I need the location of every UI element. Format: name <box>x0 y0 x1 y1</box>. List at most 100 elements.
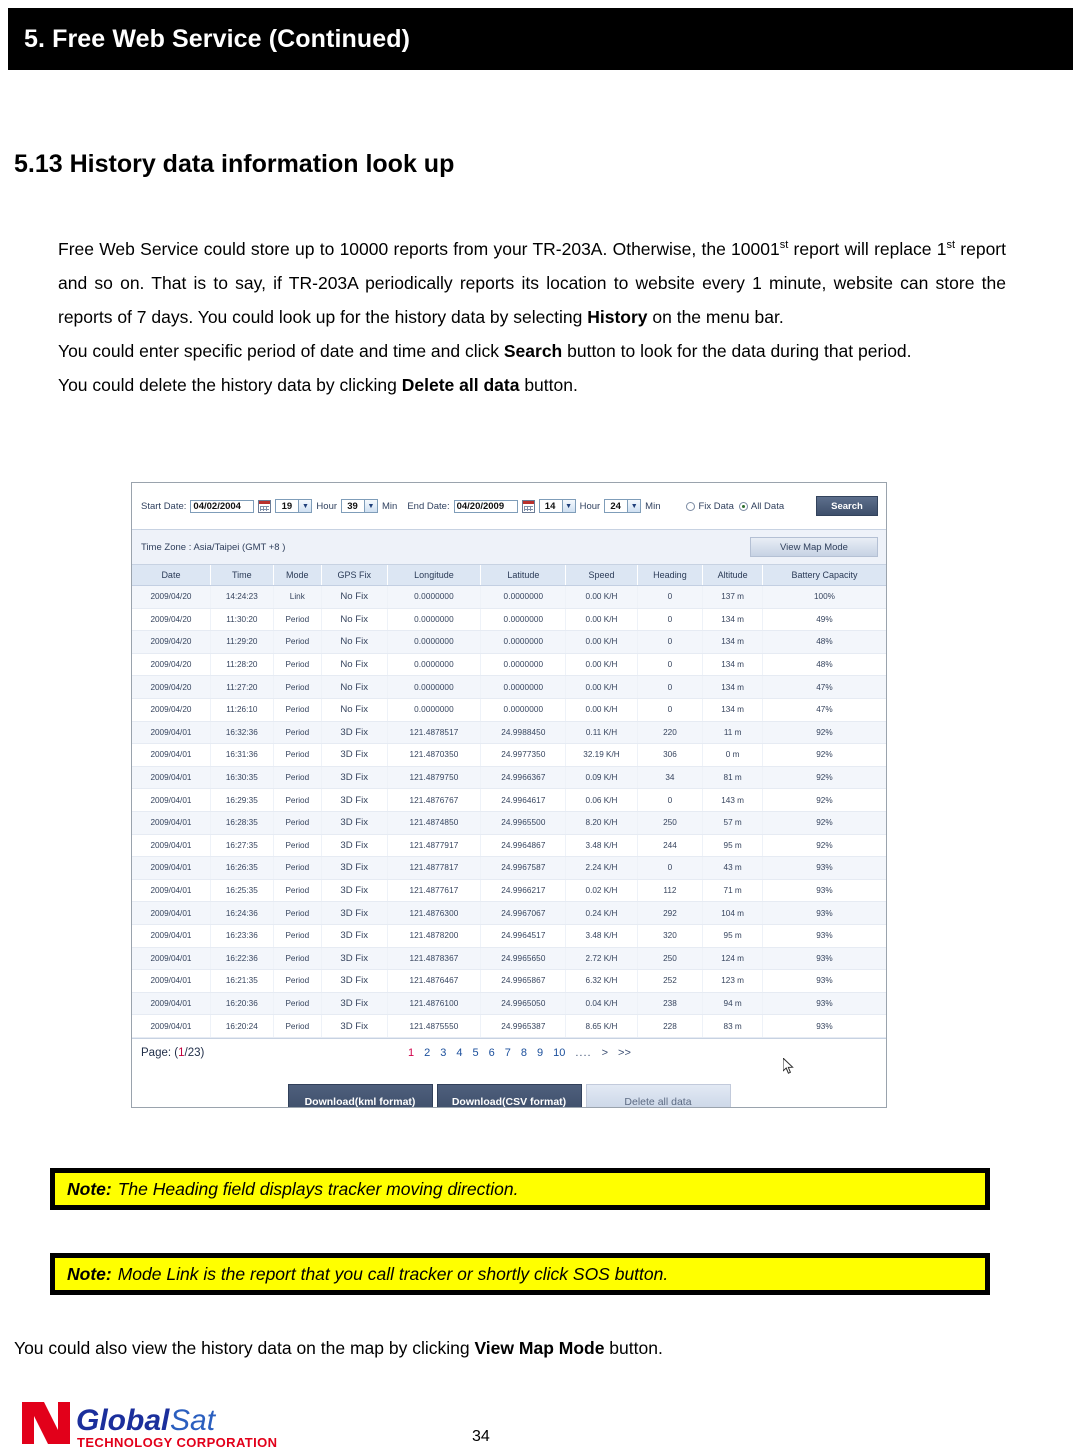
table-row[interactable]: 2009/04/01 16:21:35 Period 3D Fix 121.487646… <box>132 969 886 993</box>
end-date-input[interactable] <box>453 499 518 513</box>
cell-date: 2009/04/01 <box>132 924 211 948</box>
cell-head: 306 <box>637 743 704 767</box>
hour-label-1: Hour <box>316 500 338 512</box>
search-button[interactable]: Search <box>816 496 878 516</box>
page-total: 23 <box>187 1047 201 1060</box>
p1-text-4: on the menu bar. <box>647 306 784 327</box>
table-row[interactable]: 2009/04/20 11:27:20 Period No Fix 0.0000000 0… <box>132 675 886 699</box>
start-date-input[interactable] <box>190 499 255 513</box>
table-row[interactable]: 2009/04/01 16:24:36 Period 3D Fix 121.487630… <box>132 901 886 925</box>
cell-alt: 124 m <box>702 947 763 971</box>
page-last-link[interactable]: >> <box>618 1047 631 1059</box>
cell-date: 2009/04/20 <box>132 608 211 632</box>
page-link-5[interactable]: 5 <box>473 1047 479 1059</box>
cell-head: 0 <box>637 585 704 609</box>
table-row[interactable]: 2009/04/01 16:20:36 Period 3D Fix 121.487610… <box>132 992 886 1016</box>
cell-date: 2009/04/01 <box>132 992 211 1016</box>
cell-gpsfix: No Fix <box>321 608 388 632</box>
page-link-1[interactable]: 1 <box>408 1047 414 1059</box>
table-row[interactable]: 2009/04/01 16:26:35 Period 3D Fix 121.487781… <box>132 856 886 880</box>
page-link-4[interactable]: 4 <box>456 1047 462 1059</box>
p1-superscript-2: st <box>946 239 956 251</box>
cell-head: 0 <box>637 630 704 654</box>
note-1-text: The Heading field displays tracker movin… <box>117 1178 519 1199</box>
table-row[interactable]: 2009/04/20 11:30:20 Period No Fix 0.0000000 0… <box>132 608 886 632</box>
table-row[interactable]: 2009/04/01 16:27:35 Period 3D Fix 121.487791… <box>132 834 886 858</box>
column-header-lat: Latitude <box>480 565 567 586</box>
page-link-2[interactable]: 2 <box>424 1047 430 1059</box>
cell-gpsfix: No Fix <box>321 653 388 677</box>
end-min-select[interactable]: 24 ▼ <box>604 499 642 513</box>
hour-label-2: Hour <box>579 500 601 512</box>
cell-mode: Link <box>273 585 322 609</box>
history-app-screenshot: Start Date: 19 ▼ Hour 39 ▼ Min End Date:… <box>131 482 887 1108</box>
cell-date: 2009/04/20 <box>132 675 211 699</box>
cell-time: 16:20:36 <box>210 992 274 1016</box>
action-button-row: Download(kml format) Download(CSV format… <box>132 1067 886 1107</box>
cell-lat: 24.9965500 <box>480 811 567 835</box>
paragraph-3: You could delete the history data by cli… <box>58 368 1006 402</box>
cell-lon: 121.4878367 <box>387 947 482 971</box>
table-row[interactable]: 2009/04/01 16:28:35 Period 3D Fix 121.487485… <box>132 811 886 835</box>
table-row[interactable]: 2009/04/20 14:24:23 Link No Fix 0.0000000 0.0… <box>132 585 886 609</box>
radio-fix-data[interactable]: Fix Data <box>686 501 734 512</box>
column-header-speed: Speed <box>565 565 638 586</box>
end-hour-select[interactable]: 14 ▼ <box>538 499 576 513</box>
start-hour-select[interactable]: 19 ▼ <box>275 499 313 513</box>
table-row[interactable]: 2009/04/01 16:30:35 Period 3D Fix 121.487975… <box>132 766 886 790</box>
page-next-link[interactable]: > <box>602 1047 608 1059</box>
cell-mode: Period <box>273 969 322 993</box>
table-row[interactable]: 2009/04/01 16:31:36 Period 3D Fix 121.487035… <box>132 743 886 767</box>
cell-gpsfix: 3D Fix <box>321 901 388 925</box>
note-1-prefix: Note: <box>67 1178 112 1199</box>
table-row[interactable]: 2009/04/01 16:23:36 Period 3D Fix 121.487820… <box>132 924 886 948</box>
page-link-9[interactable]: 9 <box>537 1047 543 1059</box>
cell-speed: 3.48 K/H <box>565 924 638 948</box>
page-link-8[interactable]: 8 <box>521 1047 527 1059</box>
cell-date: 2009/04/20 <box>132 630 211 654</box>
table-row[interactable]: 2009/04/01 16:32:36 Period 3D Fix 121.487851… <box>132 721 886 745</box>
note-box-heading-field: Note: The Heading field displays tracker… <box>50 1168 990 1210</box>
cell-batt: 100% <box>762 585 886 609</box>
cell-batt: 92% <box>762 834 886 858</box>
table-row[interactable]: 2009/04/01 16:22:36 Period 3D Fix 121.487836… <box>132 947 886 971</box>
cell-batt: 92% <box>762 743 886 767</box>
start-min-select[interactable]: 39 ▼ <box>341 499 379 513</box>
cell-lon: 121.4876767 <box>387 788 482 812</box>
cell-lon: 0.0000000 <box>387 608 482 632</box>
radio-all-data[interactable]: All Data <box>738 501 784 512</box>
calendar-icon[interactable] <box>258 499 272 513</box>
cell-lon: 0.0000000 <box>387 630 482 654</box>
download-kml-button[interactable]: Download(kml format) <box>287 1083 433 1107</box>
cell-head: 112 <box>637 879 704 903</box>
paragraph-1: Free Web Service could store up to 10000… <box>58 228 1006 334</box>
calendar-icon[interactable] <box>521 499 535 513</box>
download-csv-button[interactable]: Download(CSV format) <box>436 1083 582 1107</box>
delete-all-data-button[interactable]: Delete all data <box>585 1083 731 1107</box>
view-map-mode-button[interactable]: View Map Mode <box>750 537 878 557</box>
cell-time: 16:30:35 <box>210 766 274 790</box>
cell-alt: 57 m <box>702 811 763 835</box>
table-row[interactable]: 2009/04/01 16:20:24 Period 3D Fix 121.487555… <box>132 1014 886 1038</box>
cell-mode: Period <box>273 901 322 925</box>
data-filter-radio-group: Fix Data All Data <box>686 501 784 512</box>
table-row[interactable]: 2009/04/20 11:28:20 Period No Fix 0.0000000 0… <box>132 653 886 677</box>
cell-lat: 24.9964517 <box>480 924 567 948</box>
table-row[interactable]: 2009/04/01 16:29:35 Period 3D Fix 121.487676… <box>132 788 886 812</box>
cell-lon: 0.0000000 <box>387 653 482 677</box>
table-row[interactable]: 2009/04/20 11:29:20 Period No Fix 0.0000000 0… <box>132 630 886 654</box>
cell-batt: 92% <box>762 721 886 745</box>
page-link-10[interactable]: 10 <box>553 1047 565 1059</box>
table-row[interactable]: 2009/04/20 11:26:10 Period No Fix 0.0000000 0… <box>132 698 886 722</box>
cell-alt: 123 m <box>702 969 763 993</box>
table-row[interactable]: 2009/04/01 16:25:35 Period 3D Fix 121.487761… <box>132 879 886 903</box>
page-link-7[interactable]: 7 <box>505 1047 511 1059</box>
cell-lat: 0.0000000 <box>480 608 567 632</box>
cell-speed: 6.32 K/H <box>565 969 638 993</box>
cell-lon: 121.4874850 <box>387 811 482 835</box>
mouse-cursor-icon <box>783 1058 794 1074</box>
cell-date: 2009/04/20 <box>132 653 211 677</box>
page-link-3[interactable]: 3 <box>440 1047 446 1059</box>
cell-head: 244 <box>637 834 704 858</box>
page-link-6[interactable]: 6 <box>489 1047 495 1059</box>
